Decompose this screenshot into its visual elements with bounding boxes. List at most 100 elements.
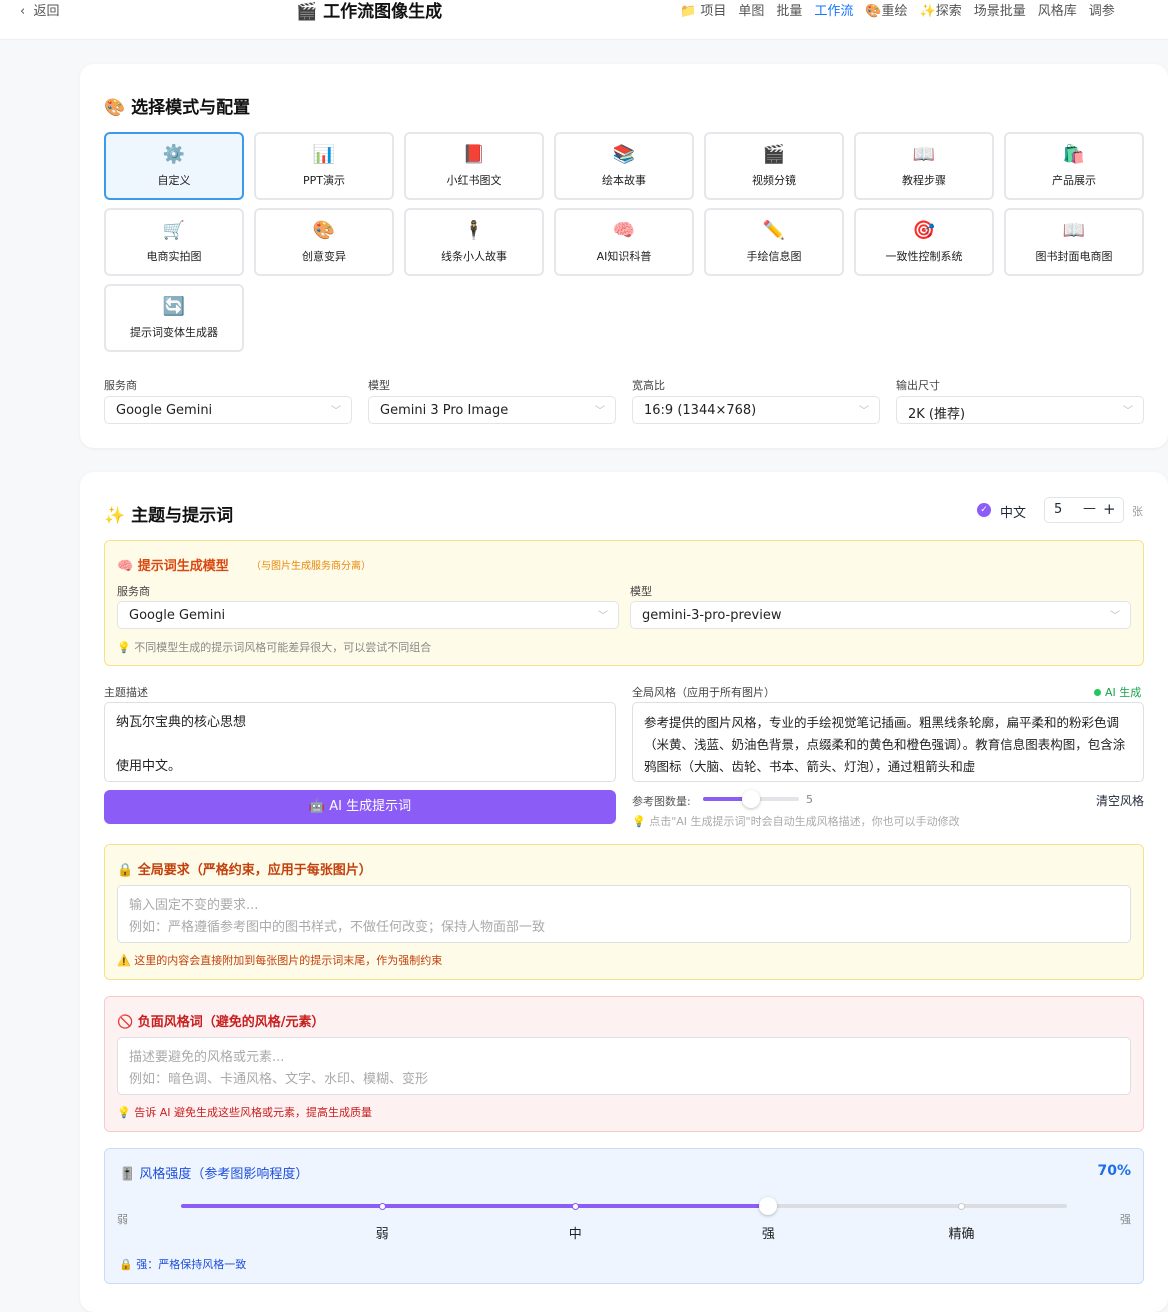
section-title: ✨ 主题与提示词 <box>104 506 234 526</box>
mode-icon: 📚 <box>612 144 636 165</box>
chevron-down-icon: ﹀ <box>595 406 605 417</box>
status-dot-icon <box>1094 689 1101 696</box>
count-value: 5 <box>1054 502 1063 517</box>
nav-item[interactable]: 单图 <box>738 0 764 19</box>
nav-item[interactable]: 🎨重绘 <box>865 0 907 19</box>
mode-option[interactable]: 📊 PPT演示 <box>254 132 394 200</box>
mode-label: AI知识科普 <box>596 250 652 263</box>
mode-option[interactable]: 📚 绘本故事 <box>554 132 694 200</box>
model-select[interactable]: Gemini 3 Pro Image ﹀ <box>368 396 616 424</box>
theme-textarea[interactable]: 纳瓦尔宝典的核心思想 使用中文。 <box>104 702 616 782</box>
style-textarea[interactable]: 参考提供的图片风格，专业的手绘视觉笔记插画。粗黑线条轮廓，扁平柔和的粉彩色调（米… <box>632 702 1144 782</box>
nav-item[interactable]: ✨探索 <box>920 0 962 19</box>
global-req-textarea[interactable]: 输入固定不变的要求... 例如：严格遵循参考图中的图书样式，不做任何改变；保持人… <box>117 885 1131 943</box>
mode-option[interactable]: 📖 教程步骤 <box>854 132 994 200</box>
slider-fill <box>181 1204 769 1208</box>
mode-label: 教程步骤 <box>902 174 946 187</box>
ref-count-label: 参考图数量: <box>632 795 691 808</box>
mode-option[interactable]: 🎬 视频分镜 <box>704 132 844 200</box>
clear-style-button[interactable]: 清空风格 <box>1096 792 1144 809</box>
strength-mark-label[interactable]: 精确 <box>942 1223 982 1242</box>
nav-item[interactable]: 场景批量 <box>974 0 1026 19</box>
mode-option[interactable]: 📕 小红书图文 <box>404 132 544 200</box>
strength-mark-dot[interactable] <box>378 1202 386 1210</box>
mode-option[interactable]: 🛍️ 产品展示 <box>1004 132 1144 200</box>
page-title: 🎬 工作流图像生成 <box>296 2 443 22</box>
provider-label: 服务商 <box>104 379 137 392</box>
strength-mark-dot[interactable] <box>759 1197 778 1215</box>
chevron-down-icon: ﹀ <box>1110 611 1120 622</box>
strength-mark-label[interactable]: 中 <box>555 1223 595 1242</box>
mode-icon: 🎨 <box>312 220 336 241</box>
mode-option[interactable]: ✏️ 手绘信息图 <box>704 208 844 276</box>
chinese-checkbox[interactable]: ✓ <box>977 503 991 517</box>
strength-mark-label[interactable]: 弱 <box>362 1223 402 1242</box>
ai-badge: AI 生成 <box>1094 684 1141 700</box>
mode-option[interactable]: 🕴️ 线条小人故事 <box>404 208 544 276</box>
mode-label: 电商实拍图 <box>146 250 202 263</box>
strength-slider[interactable]: 弱 中 强 精确 <box>181 1197 1067 1242</box>
ref-count-slider[interactable] <box>703 790 799 808</box>
mode-label: 线条小人故事 <box>441 250 507 263</box>
back-button[interactable]: ‹ 返回 <box>20 0 59 19</box>
theme-label: 主题描述 <box>104 686 148 699</box>
nav-item[interactable]: 调参 <box>1089 0 1115 19</box>
strength-title: 🎚️ 风格强度（参考图影响程度） <box>119 1167 309 1182</box>
style-label: 全局风格（应用于所有图片） <box>632 686 775 699</box>
section-title: 🎨 选择模式与配置 <box>104 98 251 118</box>
nav-item[interactable]: 风格库 <box>1038 0 1077 19</box>
slider-handle[interactable] <box>742 790 760 808</box>
ratio-label: 宽高比 <box>632 379 665 392</box>
mode-icon: 📖 <box>912 144 936 165</box>
ratio-select[interactable]: 16:9 (1344×768) ﹀ <box>632 396 880 424</box>
ai-badge-label: AI 生成 <box>1105 686 1142 699</box>
strength-mark-dot[interactable] <box>571 1202 579 1210</box>
nav-item[interactable]: 📁 项目 <box>680 0 726 19</box>
mode-icon: 🛒 <box>162 220 186 241</box>
mode-icon: 🔄 <box>162 296 186 317</box>
model-value: Gemini 3 Pro Image <box>380 403 509 418</box>
mode-label: 视频分镜 <box>752 174 796 187</box>
nav-item[interactable]: 工作流 <box>814 0 853 19</box>
provider-select[interactable]: Google Gemini ﹀ <box>104 396 352 424</box>
mode-option[interactable]: 🛒 电商实拍图 <box>104 208 244 276</box>
count-stepper[interactable]: 5 — + <box>1044 497 1124 523</box>
ratio-value: 16:9 (1344×768) <box>644 403 757 418</box>
strength-mark-dot[interactable] <box>958 1202 966 1210</box>
mode-icon: 🛍️ <box>1062 144 1086 165</box>
plus-button[interactable]: + <box>1103 500 1116 518</box>
mode-option[interactable]: 🎨 创意变异 <box>254 208 394 276</box>
mode-option[interactable]: 📖 图书封面电商图 <box>1004 208 1144 276</box>
placeholder: 描述要避免的风格或元素... <box>129 1050 285 1065</box>
strength-max-label: 强 <box>1120 1213 1131 1226</box>
strength-mark-label[interactable]: 强 <box>748 1223 788 1242</box>
back-label: 返回 <box>33 4 60 19</box>
mode-option[interactable]: 🔄 提示词变体生成器 <box>104 284 244 352</box>
nav-item[interactable]: 批量 <box>776 0 802 19</box>
mode-option[interactable]: 🧠 AI知识科普 <box>554 208 694 276</box>
size-select[interactable]: 2K (推荐) ﹀ <box>896 396 1144 424</box>
negative-hint: 💡 告诉 AI 避免生成这些风格或元素，提高生成质量 <box>117 1106 372 1119</box>
mode-option[interactable]: ⚙️ 自定义 <box>104 132 244 200</box>
minus-button[interactable]: — <box>1083 501 1096 516</box>
mode-icon: 🕴️ <box>462 220 486 241</box>
top-bar: ‹ 返回 🎬 工作流图像生成 📁 项目 单图 批量 工作流 🎨重绘 ✨探索 场景批量 风格库调… <box>0 0 1168 40</box>
mode-label: 小红书图文 <box>446 174 502 187</box>
mode-label: 提示词变体生成器 <box>130 326 218 339</box>
pm-hint: 💡 不同模型生成的提示词风格可能差异很大，可以尝试不同组合 <box>117 641 432 654</box>
mode-icon: 🎬 <box>762 144 786 165</box>
mode-icon: ✏️ <box>762 220 786 241</box>
mode-option[interactable]: 🎯 一致性控制系统 <box>854 208 994 276</box>
top-nav: 📁 项目 单图 批量 工作流 🎨重绘 ✨探索 场景批量 风格库 调参 <box>680 0 1115 19</box>
mode-icon: 📊 <box>312 144 336 165</box>
chevron-down-icon: ﹀ <box>331 406 341 417</box>
prompt-model-subtitle: （与图片生成服务商分离） <box>251 561 371 572</box>
pm-provider-select[interactable]: Google Gemini ﹀ <box>117 601 619 629</box>
negative-textarea[interactable]: 描述要避免的风格或元素... 例如：暗色调、卡通风格、文字、水印、模糊、变形 <box>117 1037 1131 1095</box>
theme-line: 使用中文。 <box>116 759 182 774</box>
style-hint: 💡 点击"AI 生成提示词"时会自动生成风格描述，你也可以手动修改 <box>632 815 960 828</box>
mode-label: PPT演示 <box>303 174 345 187</box>
ai-generate-prompt-button[interactable]: 🤖 AI 生成提示词 <box>104 790 616 824</box>
pm-model-select[interactable]: gemini-3-pro-preview ﹀ <box>630 601 1131 629</box>
mode-label: 图书封面电商图 <box>1035 250 1113 263</box>
